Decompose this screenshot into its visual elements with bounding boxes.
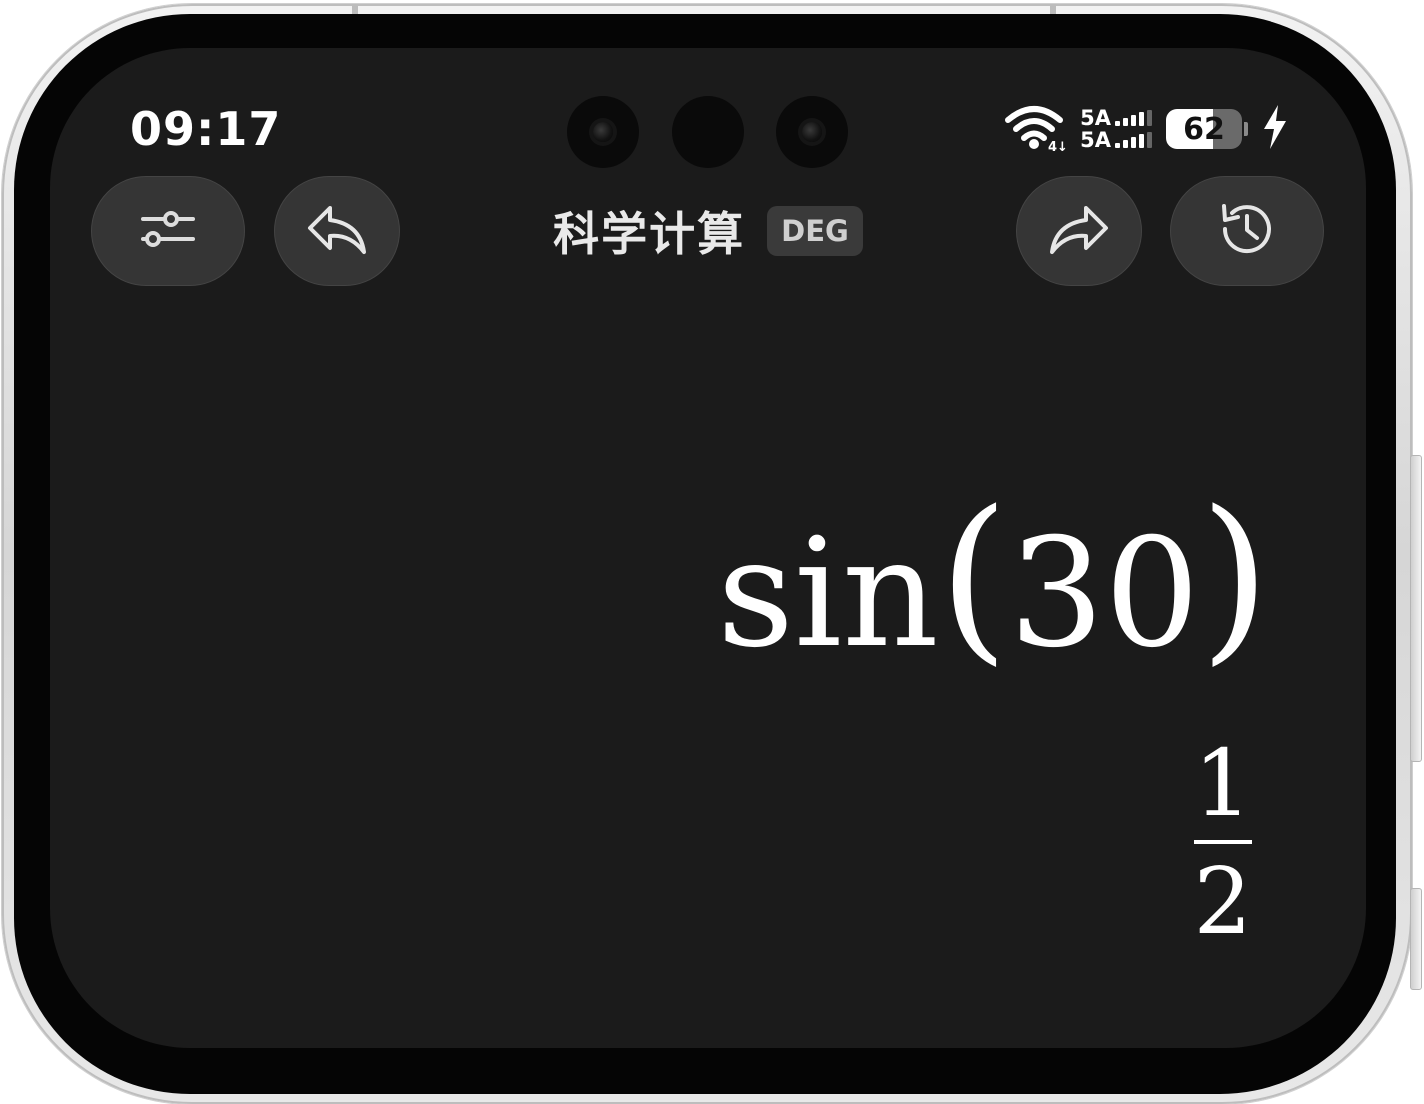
title-bar: 科学计算 DEG (50, 198, 1366, 264)
svg-text:4↓: 4↓ (1048, 140, 1066, 152)
redo-icon (1048, 202, 1110, 260)
front-camera-right (776, 96, 848, 168)
network-type-1: 5A (1080, 106, 1111, 130)
wifi-icon: 4↓ (1004, 102, 1068, 156)
history-icon (1216, 198, 1278, 264)
open-paren: ( (938, 473, 1009, 682)
result-fraction: 1 2 (1193, 738, 1252, 948)
calculator-screen: 09:17 4↓ 5A 5A 62 科学计算 DEG sin(30) 1 2 (50, 48, 1366, 1048)
battery-icon: 62 (1166, 109, 1242, 149)
battery-level: 62 (1183, 111, 1225, 147)
status-icons: 4↓ 5A 5A 62 (1004, 102, 1288, 156)
angle-mode-badge[interactable]: DEG (767, 206, 863, 256)
side-button (1410, 455, 1422, 762)
expression-display[interactable]: sin(30) (717, 488, 1270, 674)
redo-button[interactable] (1016, 176, 1142, 286)
front-camera-center (672, 96, 744, 168)
result-denominator: 2 (1193, 848, 1252, 955)
status-time: 09:17 (130, 102, 282, 156)
function-name: sin (717, 507, 939, 681)
side-button (1410, 888, 1422, 990)
fraction-bar (1193, 840, 1252, 844)
history-button[interactable] (1170, 176, 1324, 286)
signal-bars-icon (1115, 110, 1152, 126)
signal-bars-icon (1115, 132, 1152, 148)
result-numerator: 1 (1193, 730, 1252, 837)
charging-bolt-icon (1262, 105, 1288, 153)
front-camera-left (567, 96, 639, 168)
cellular-signals: 5A 5A (1080, 107, 1152, 151)
battery-cap (1244, 122, 1248, 136)
page-title: 科学计算 (553, 207, 746, 261)
network-type-2: 5A (1080, 128, 1111, 152)
close-paren: ) (1199, 473, 1270, 682)
function-argument: 30 (1008, 507, 1200, 681)
